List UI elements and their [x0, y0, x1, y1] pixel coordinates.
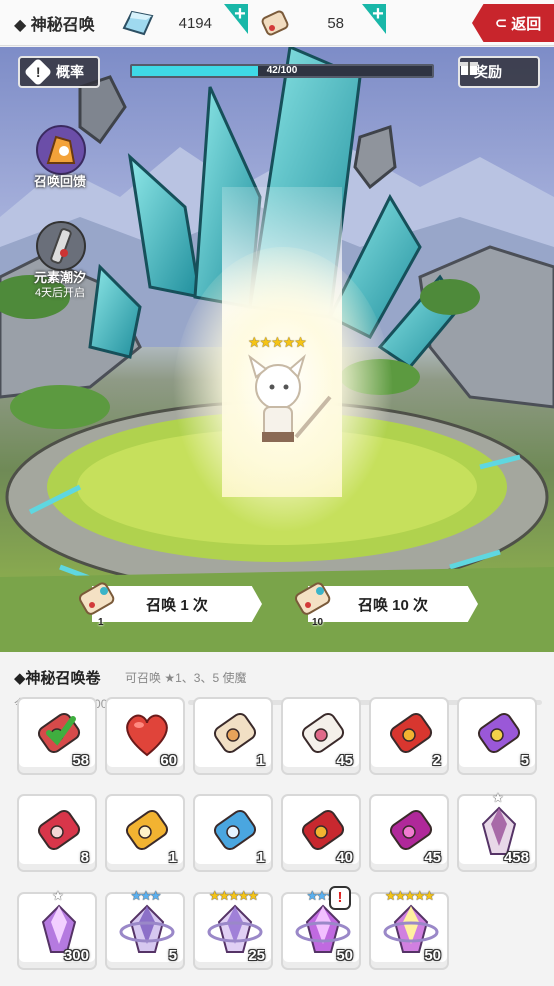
item-count: 5 [168, 947, 177, 964]
element-tide-icon[interactable] [34, 219, 88, 273]
item-count: 5 [520, 752, 529, 769]
scroll-currency: 58 + [258, 4, 390, 40]
summon-ten-scroll-icon [294, 582, 331, 615]
inventory-item[interactable]: 25 ★★★★★ [193, 888, 273, 970]
summon-once-label: 召唤 1 次 [146, 596, 208, 614]
rarity-stars: ★★★★★ [208, 888, 259, 903]
item-count: 50 [336, 947, 353, 964]
item-count: 40 [336, 849, 353, 866]
inventory-item[interactable]: 458 ★ [457, 790, 537, 872]
inventory-item[interactable]: 1 [105, 794, 185, 872]
warning-icon: ! [23, 57, 53, 87]
reward-label: 奖励 [474, 64, 502, 80]
crystal-currency: 4194 + [120, 4, 248, 40]
item-count: 45 [424, 849, 441, 866]
inventory-item[interactable]: 50 ★★★! [281, 886, 361, 970]
item-count: 50 [424, 947, 441, 964]
back-icon: ⊂ [494, 15, 508, 32]
item-count: 1 [256, 849, 265, 866]
inventory-title: ◆神秘召唤卷 [14, 670, 101, 687]
inventory-item[interactable]: 5 [457, 697, 537, 775]
inventory-item[interactable]: 300 ★ [17, 888, 97, 970]
summon-scroll-icon [261, 10, 289, 36]
probability-label: 概率 [56, 64, 84, 80]
inventory-item[interactable]: 50 ★★★★★ [369, 888, 449, 970]
item-count: 1 [256, 752, 265, 769]
summon-ten-cost: 10 [312, 617, 324, 628]
item-count: 25 [248, 947, 265, 964]
element-tide-countdown: 4天后开启 [34, 287, 86, 299]
rarity-stars: ★ [492, 790, 504, 805]
inventory-item[interactable]: 1 [193, 794, 273, 872]
probability-button[interactable]: ! 概率 [18, 56, 100, 88]
inventory-item[interactable]: 2 [369, 697, 449, 775]
summon-ten-label: 召唤 10 次 [357, 596, 429, 614]
add-scroll-button[interactable]: + [362, 4, 386, 34]
inventory-item[interactable]: 8 [17, 794, 97, 872]
summon-feedback-icon[interactable] [34, 123, 88, 177]
scroll-inventory: ◆神秘召唤卷 可召唤 ★1、3、5 使魔 今日已召唤 0/50000 58601… [0, 652, 554, 986]
summon-feedback-label[interactable]: 召唤回馈 [24, 171, 96, 190]
gift-icon [460, 62, 478, 75]
top-bar: ◆ 神秘召唤 4194 + 58 + ⊂ 返回 [0, 0, 554, 46]
item-count: 300 [63, 947, 89, 964]
inventory-item[interactable]: 45 [369, 794, 449, 872]
progress-text: 42/100 [266, 65, 298, 76]
inventory-item[interactable]: 5 ★★★ [105, 888, 185, 970]
inventory-item[interactable]: 58 [17, 697, 97, 775]
item-count: 60 [160, 752, 177, 769]
summon-scene: ! 概率 42/100 奖励 召唤回馈 元素潮汐 4天后开启 ★★★★★ 召唤 … [0, 47, 554, 652]
rarity-stars: ★★★ [130, 888, 162, 903]
inventory-item[interactable]: 40 [281, 794, 361, 872]
summon-once-scroll-icon [78, 582, 115, 615]
summon-progress-bar: 42/100 [130, 64, 434, 78]
inventory-hint: 可召唤 ★1、3、5 使魔 [125, 671, 247, 685]
item-count: 2 [432, 752, 441, 769]
alert-badge-icon: ! [329, 886, 351, 910]
crystal-count: 4194 [178, 14, 212, 32]
add-crystal-button[interactable]: + [224, 4, 248, 34]
summon-once-cost: 1 [98, 617, 104, 628]
item-count: 458 [503, 849, 529, 866]
rarity-stars: ★★★★★ [384, 888, 435, 903]
crystal-icon [122, 10, 154, 36]
rarity-stars: ★ [52, 888, 64, 903]
hero-rarity-stars: ★★★★★ [248, 334, 307, 350]
item-count: 58 [72, 752, 89, 769]
item-count: 8 [80, 849, 89, 866]
page-title: ◆ 神秘召唤 [14, 16, 95, 34]
item-count: 45 [336, 752, 353, 769]
inventory-item[interactable]: 1 [193, 697, 273, 775]
back-label: 返回 [511, 15, 542, 33]
reward-button[interactable]: 奖励 [458, 56, 540, 88]
back-button[interactable]: ⊂ 返回 [472, 4, 554, 42]
inventory-item[interactable]: 45 [281, 697, 361, 775]
inventory-item[interactable]: 60 [105, 697, 185, 775]
scroll-count: 58 [327, 14, 344, 32]
item-count: 1 [168, 849, 177, 866]
